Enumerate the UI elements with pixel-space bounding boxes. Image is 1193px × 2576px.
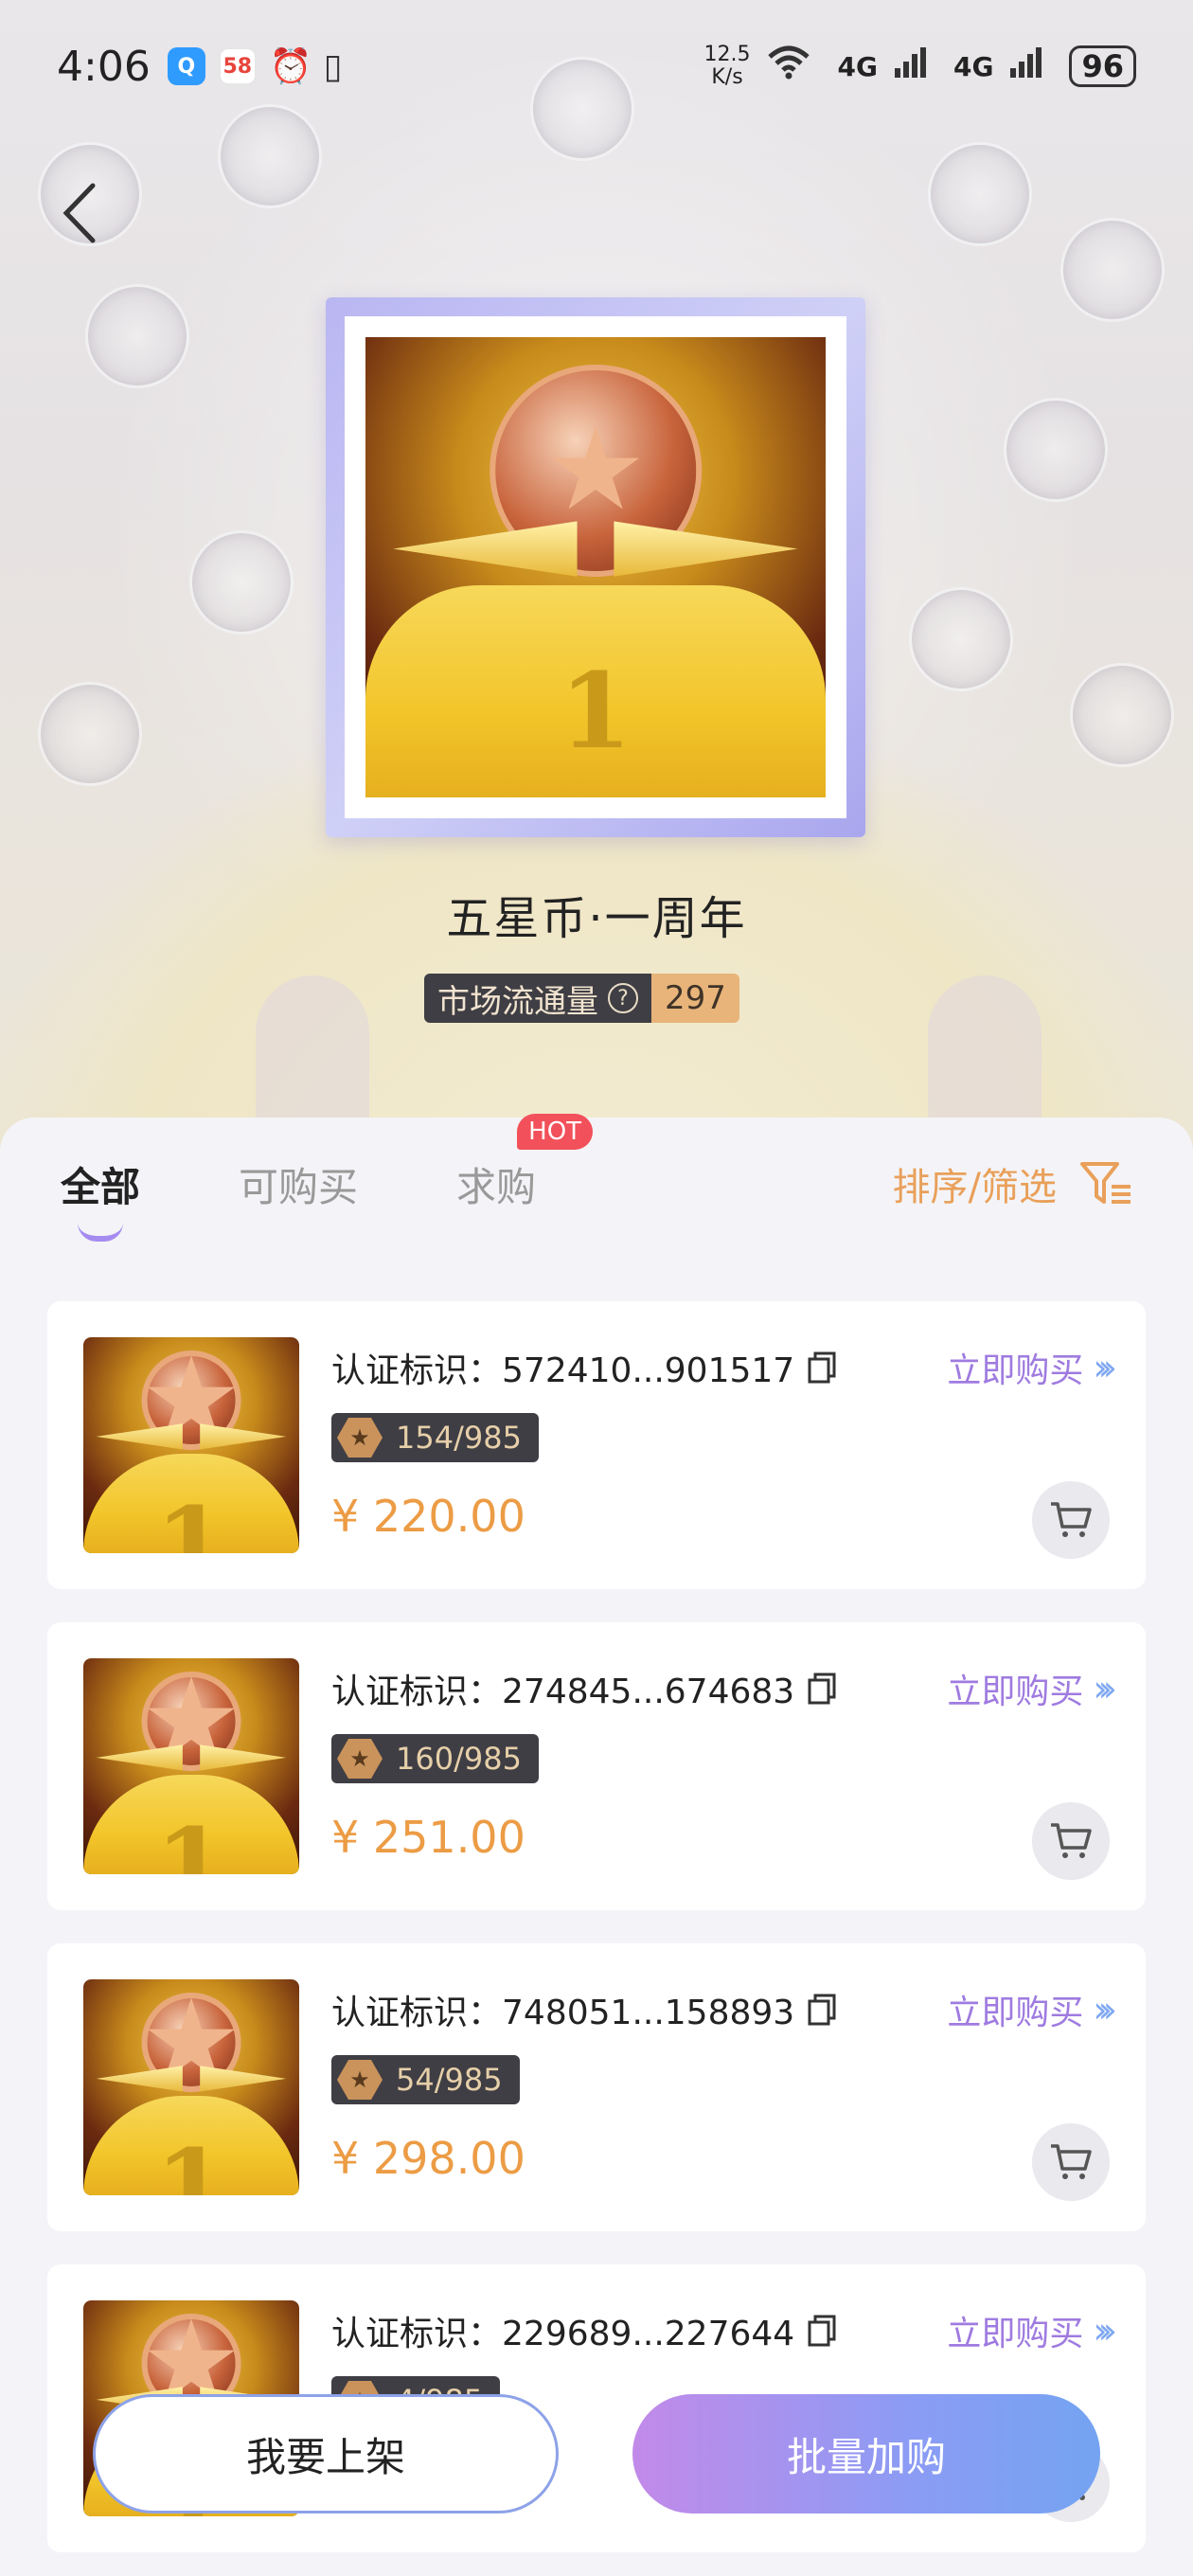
circulation-badge[interactable]: 市场流通量 ? 297 (424, 974, 739, 1023)
list-for-sale-button[interactable]: 我要上架 (93, 2394, 559, 2513)
double-chevron-right-icon: ››› (1093, 2310, 1116, 2352)
copy-icon[interactable] (808, 1673, 836, 1705)
listing-card[interactable]: 认证标识：748051...158893 立即购买 ››› ★ 54/985 ¥… (47, 1943, 1146, 2231)
listing-card[interactable]: 认证标识：274845...674683 立即购买 ››› ★ 160/985 … (47, 1622, 1146, 1910)
double-chevron-right-icon: ››› (1093, 1347, 1116, 1388)
double-chevron-right-icon: ››› (1093, 1668, 1116, 1709)
cart-icon (1051, 2144, 1092, 2179)
wifi-icon (766, 44, 811, 90)
sort-filter-label: 排序/筛选 (892, 1166, 1057, 1209)
artwork-frame (326, 297, 865, 837)
network-speed: 12.5 K/s (703, 43, 751, 89)
tab-all[interactable]: 全部 (61, 1155, 140, 1242)
chevron-left-icon (62, 183, 96, 243)
artwork-image (365, 337, 826, 797)
vibrate-icon: ▯ (323, 46, 343, 86)
certification-id: 认证标识：748051...158893 (331, 1985, 836, 2034)
app-58-icon: 58 (218, 47, 257, 85)
item-title: 五星币·一周年 (446, 892, 747, 945)
listing-price: ¥ 251.00 (331, 1812, 525, 1863)
add-to-cart-button[interactable] (1032, 2123, 1110, 2201)
cart-icon (1051, 1502, 1092, 1537)
active-tab-indicator (78, 1223, 123, 1242)
battery-indicator: 96 (1069, 45, 1136, 87)
listing-thumbnail (83, 1658, 299, 1874)
copy-icon[interactable] (808, 1351, 836, 1384)
back-button[interactable] (57, 180, 104, 246)
signal-bars-icon-2 (1008, 45, 1042, 88)
listing-price: ¥ 298.00 (331, 2133, 525, 2184)
bulk-add-to-cart-button[interactable]: 批量加购 (632, 2394, 1100, 2513)
copy-icon[interactable] (808, 1994, 836, 2026)
listing-thumbnail (83, 1337, 299, 1553)
listing-price: ¥ 220.00 (331, 1491, 525, 1542)
filter-icon (1080, 1162, 1131, 1204)
edition-badge: ★ 54/985 (331, 2055, 520, 2104)
star-hexagon-icon: ★ (337, 2060, 383, 2100)
buy-now-link[interactable]: 立即购买 ››› (947, 1664, 1116, 1713)
status-bar: 4:06 Q 58 ⏰ ▯ 12.5 K/s 4G 4G 96 (0, 0, 1193, 133)
qq-browser-app-icon: Q (167, 47, 205, 85)
alarm-icon: ⏰ (269, 47, 312, 86)
add-to-cart-button[interactable] (1032, 1481, 1110, 1559)
certification-id: 认证标识：229689...227644 (331, 2306, 836, 2355)
listing-card[interactable]: 认证标识：572410...901517 立即购买 ››› ★ 154/985 … (47, 1301, 1146, 1589)
signal-bars-icon (893, 45, 927, 88)
buy-now-link[interactable]: 立即购买 ››› (947, 2306, 1116, 2355)
certification-id: 认证标识：572410...901517 (331, 1343, 836, 1392)
hot-badge: HOT (517, 1113, 594, 1150)
star-hexagon-icon: ★ (337, 1418, 383, 1458)
signal-4g-icon-2: 4G (953, 50, 994, 82)
buy-now-link[interactable]: 立即购买 ››› (947, 1985, 1116, 2034)
tab-want-to-buy[interactable]: 求购 HOT (456, 1113, 594, 1213)
signal-4g-icon: 4G (837, 50, 878, 82)
star-hexagon-icon: ★ (337, 1739, 383, 1779)
tab-available[interactable]: 可购买 (239, 1155, 358, 1213)
buy-now-link[interactable]: 立即购买 ››› (947, 1343, 1116, 1392)
add-to-cart-button[interactable] (1032, 1802, 1110, 1880)
copy-icon[interactable] (808, 2315, 836, 2347)
tab-bar: 全部 可购买 求购 HOT 排序/筛选 (0, 1113, 1193, 1250)
help-icon[interactable]: ? (608, 983, 638, 1013)
sort-filter-button[interactable]: 排序/筛选 (893, 1156, 1132, 1211)
double-chevron-right-icon: ››› (1093, 1989, 1116, 2030)
edition-badge: ★ 160/985 (331, 1734, 539, 1783)
status-time: 4:06 (57, 42, 151, 91)
listing-thumbnail (83, 1979, 299, 2195)
cart-icon (1051, 1823, 1092, 1858)
certification-id: 认证标识：274845...674683 (331, 1664, 836, 1713)
circulation-value: 297 (651, 974, 739, 1023)
circulation-label: 市场流通量 (437, 982, 598, 1021)
edition-badge: ★ 154/985 (331, 1413, 539, 1462)
